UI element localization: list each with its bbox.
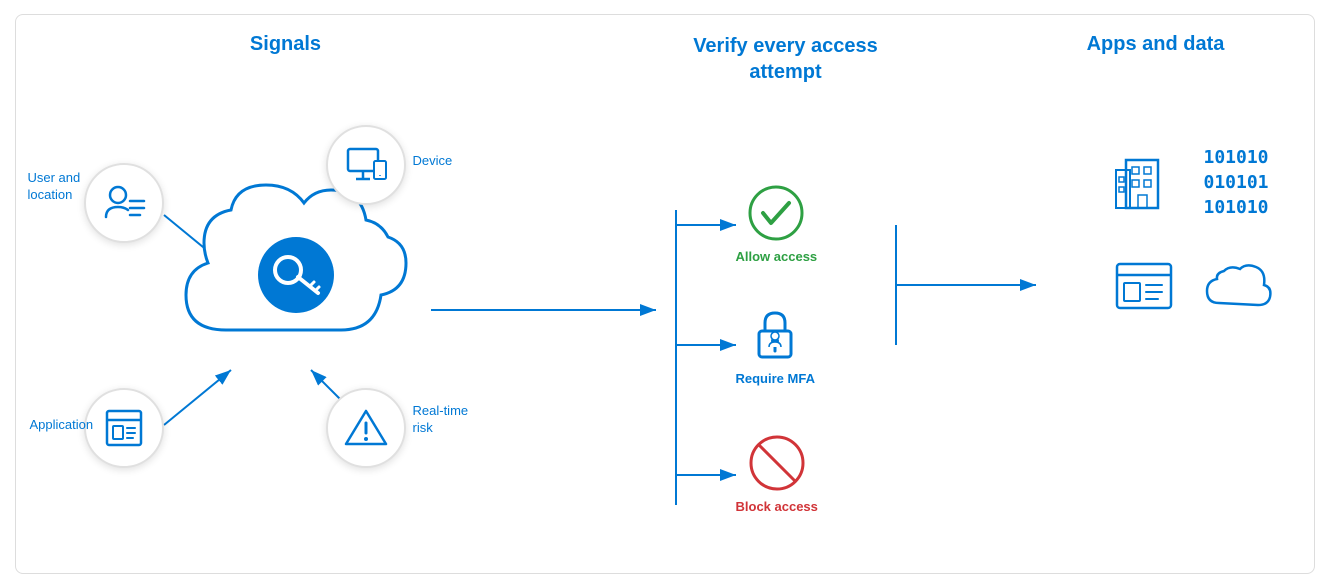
device-label: Device bbox=[413, 153, 453, 170]
apps-data-section: 101010010101101010 bbox=[1114, 145, 1284, 321]
realtime-risk-circle bbox=[326, 388, 406, 468]
application-circle bbox=[84, 388, 164, 468]
title-signals: Signals bbox=[186, 33, 386, 56]
realtime-risk-label: Real-timerisk bbox=[413, 403, 469, 437]
user-location-circle bbox=[84, 163, 164, 243]
require-mfa-label: Require MFA bbox=[736, 371, 815, 386]
user-location-label: User andlocation bbox=[28, 170, 81, 204]
data-icon: 101010010101101010 bbox=[1204, 145, 1284, 221]
diagram-container: Signals Verify every access attempt Apps… bbox=[15, 14, 1315, 574]
app-window-icon bbox=[1114, 261, 1184, 321]
title-verify: Verify every access attempt bbox=[656, 33, 916, 85]
cloud-with-key bbox=[166, 175, 426, 375]
title-apps: Apps and data bbox=[1046, 33, 1266, 56]
device-circle bbox=[326, 125, 406, 205]
application-label: Application bbox=[30, 417, 94, 434]
allow-access-option: Allow access bbox=[736, 183, 818, 264]
cloud-icon bbox=[1204, 263, 1284, 318]
allow-access-label: Allow access bbox=[736, 249, 818, 264]
block-access-label: Block access bbox=[736, 499, 818, 514]
require-mfa-option: Require MFA bbox=[736, 305, 815, 386]
building-icon bbox=[1114, 145, 1184, 220]
block-access-option: Block access bbox=[736, 433, 818, 514]
